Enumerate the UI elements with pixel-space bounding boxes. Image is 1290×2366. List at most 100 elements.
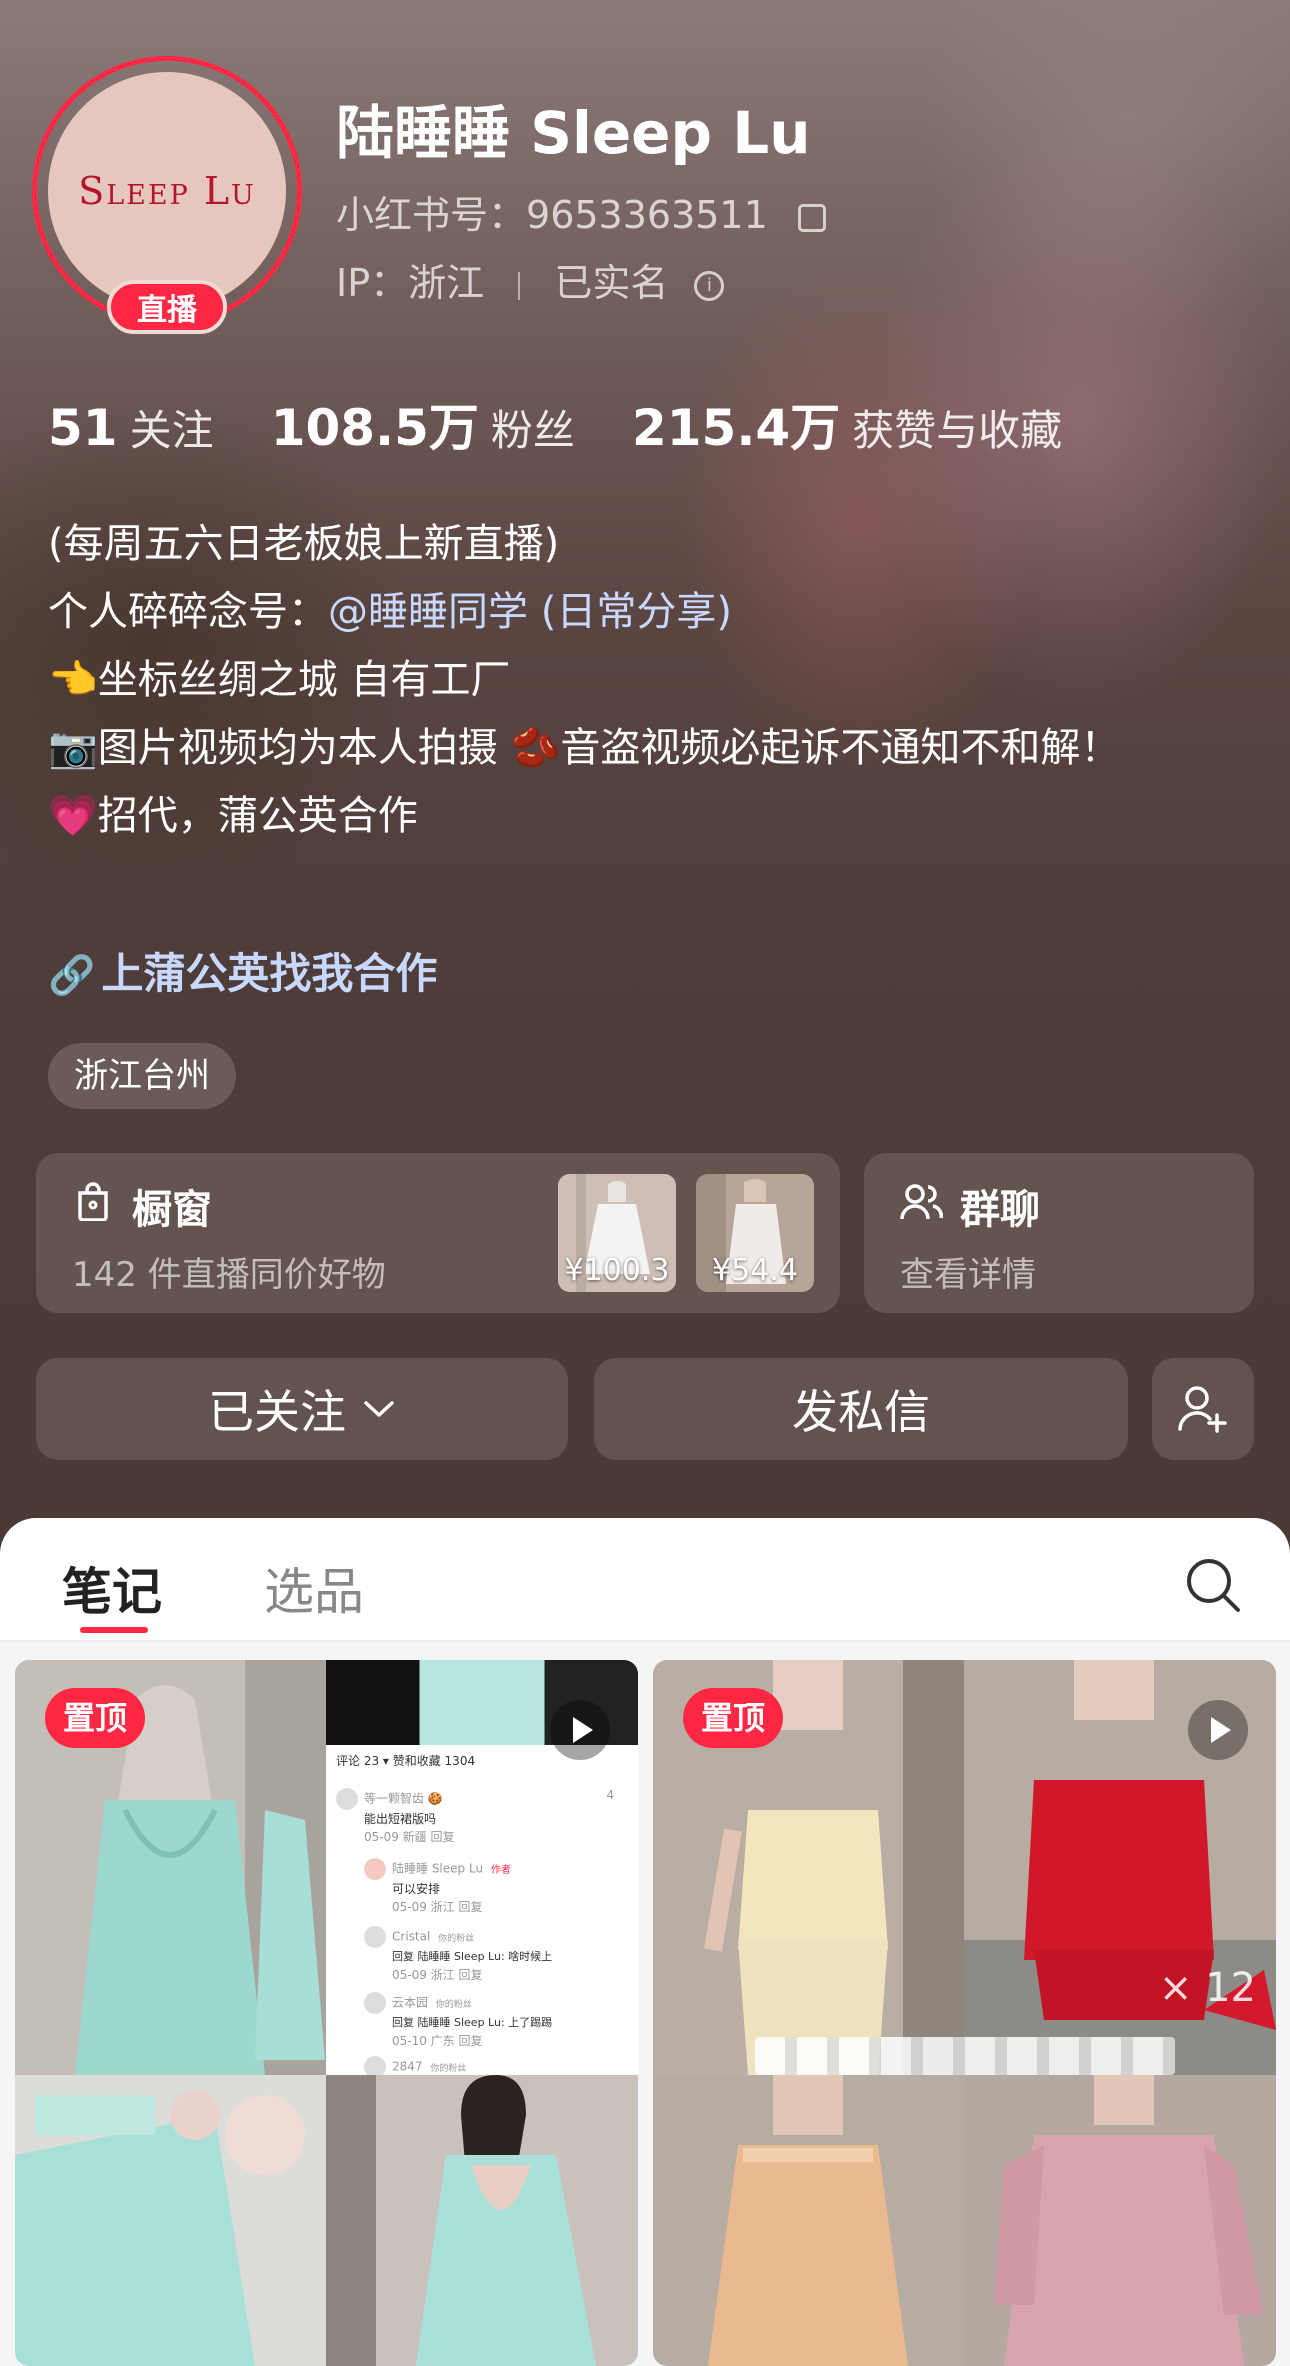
stat-value: 215.4万: [631, 399, 841, 457]
people-icon: [900, 1184, 943, 1220]
note-card[interactable]: 评论 23 ▾ 赞和收藏 1304 等一颗智齿 🍪 4 能出短裙版吗 05-09…: [15, 1660, 638, 2366]
red-id-row: 小红书号：9653363511: [336, 184, 826, 239]
comment-author: 2847: [392, 2059, 423, 2074]
bag-icon: [78, 1182, 108, 1221]
bio-mention-link[interactable]: @睡睡同学 (日常分享): [328, 589, 732, 635]
fabric-flower-photo: [15, 2075, 326, 2366]
link-icon: 🔗: [48, 953, 96, 997]
live-badge[interactable]: 直播: [107, 280, 227, 334]
tab-notes[interactable]: 笔记: [62, 1552, 162, 1624]
red-id-label: 小红书号：: [336, 193, 527, 237]
comment-row: 陆睡睡 Sleep Lu 作者: [364, 1858, 628, 1880]
fan-tag: 你的粉丝: [435, 1999, 472, 2010]
chevron-down-icon: [364, 1401, 394, 1417]
comment-text: 回复 陆睡睡 Sleep Lu: 上了踢踢: [392, 2016, 553, 2029]
comment-row: Cristal 你的粉丝: [364, 1926, 628, 1948]
blurred-caption: [754, 2037, 1175, 2075]
comment-author: 陆睡睡 Sleep Lu: [392, 1861, 484, 1876]
active-tab-indicator: [80, 1627, 148, 1633]
stat-likes-collects[interactable]: 215.4万 获赞与收藏: [632, 388, 1062, 460]
follow-button[interactable]: 已关注: [36, 1358, 568, 1460]
stat-label: 粉丝: [490, 406, 575, 455]
bio-line: 👈坐标丝绸之城 自有工厂: [48, 657, 511, 703]
verified-label: 已实名: [554, 261, 669, 305]
note-image: [653, 2075, 964, 2366]
comment-meta: 05-09 浙江 回复: [392, 1900, 483, 1914]
product-thumb[interactable]: ¥54.4: [696, 1174, 814, 1292]
add-user-icon: [1178, 1386, 1227, 1433]
stat-value: 51: [48, 399, 118, 457]
fan-tag: 你的粉丝: [430, 2063, 467, 2074]
ip-row: IP：浙江 已实名 i: [336, 252, 725, 307]
overlay-count: × 12: [1158, 1965, 1256, 2011]
message-button-label: 发私信: [792, 1385, 930, 1439]
group-chat-title: 群聊: [960, 1187, 1040, 1233]
bio-line: 📷图片视频均为本人拍摄 🫘音盗视频必起诉不通知不和解！: [48, 725, 1121, 771]
avatar: [364, 1926, 386, 1948]
cooperation-link-label: 上蒲公英找我合作: [101, 949, 438, 998]
profile-name: 陆睡睡 Sleep Lu: [336, 99, 811, 167]
comment-row: 云本园 你的粉丝: [364, 1992, 628, 2014]
location-tag[interactable]: 浙江台州: [48, 1043, 236, 1109]
ip-location: IP：浙江: [336, 261, 485, 305]
stat-followers[interactable]: 108.5万 粉丝: [271, 388, 575, 460]
comment-likes: 4: [606, 1788, 614, 1802]
info-icon[interactable]: i: [694, 270, 725, 301]
author-tag: 作者: [490, 1864, 511, 1876]
stat-label: 关注: [129, 406, 214, 455]
avatar: [364, 1858, 386, 1880]
stat-following[interactable]: 51 关注: [48, 397, 214, 458]
bio-line: (每周五六日老板娘上新直播): [48, 521, 560, 567]
stats-row: 51 关注 108.5万 粉丝 215.4万 获赞与收藏: [48, 388, 1114, 460]
follow-button-label: 已关注: [208, 1385, 346, 1439]
group-chat-subtitle: 查看详情: [900, 1255, 1036, 1295]
comment-text: 能出短裙版吗: [364, 1812, 437, 1826]
stat-value: 108.5万: [270, 399, 479, 457]
comment-meta: 05-09 新疆 回复: [364, 1830, 455, 1844]
play-icon: [1188, 1700, 1248, 1760]
add-friend-button[interactable]: [1152, 1358, 1254, 1460]
shop-window-card[interactable]: 橱窗 142 件直播同价好物 ¥100.3 ¥54.4: [36, 1153, 840, 1313]
avatar: [364, 1992, 386, 2014]
comment-text: 回复 陆睡睡 Sleep Lu: 啥时候上: [392, 1950, 553, 1963]
bio-line: 💗招代，蒲公英合作: [48, 793, 418, 839]
bio-line: 个人碎碎念号：@睡睡同学 (日常分享): [48, 578, 1120, 646]
tab-selections[interactable]: 选品: [264, 1552, 364, 1624]
comment-meta: 05-09 浙江 回复: [392, 1968, 483, 1982]
note-image: [15, 2075, 326, 2366]
peach-dress-photo: [653, 2075, 964, 2366]
comment-author: Cristal: [392, 1929, 431, 1944]
search-icon[interactable]: [1184, 1556, 1242, 1614]
comment-meta: 05-10 广东 回复: [392, 2034, 483, 2048]
dress-model-photo: [326, 2075, 638, 2366]
note-image: [326, 2075, 638, 2366]
copy-icon[interactable]: [797, 203, 826, 232]
avatar[interactable]: Sleep Lu: [48, 72, 286, 310]
stat-label: 获赞与收藏: [852, 406, 1063, 455]
product-price: ¥54.4: [712, 1253, 798, 1288]
blurred-caption-strip: [653, 2032, 1276, 2080]
avatar: [336, 1788, 358, 1810]
pinned-badge: 置顶: [683, 1688, 784, 1748]
group-chat-card[interactable]: 群聊 查看详情: [864, 1153, 1254, 1313]
note-image: [964, 2075, 1276, 2366]
pinned-badge: 置顶: [45, 1688, 146, 1748]
bio-text: 个人碎碎念号：: [48, 589, 328, 635]
bio: (每周五六日老板娘上新直播) 个人碎碎念号：@睡睡同学 (日常分享) 👈坐标丝绸…: [48, 510, 1120, 850]
shop-window-subtitle: 142 件直播同价好物: [72, 1255, 386, 1295]
play-icon: [550, 1700, 610, 1760]
product-price: ¥100.3: [564, 1253, 670, 1288]
red-id-value: 9653363511: [526, 193, 768, 237]
cooperation-link[interactable]: 🔗 上蒲公英找我合作: [48, 940, 437, 1001]
fan-tag: 你的粉丝: [438, 1933, 475, 1944]
note-card[interactable]: × 12 置顶: [653, 1660, 1276, 2366]
message-button[interactable]: 发私信: [594, 1358, 1128, 1460]
divider: [518, 271, 521, 300]
comment-row: 等一颗智齿 🍪 4: [336, 1788, 628, 1810]
comment-author: 云本园: [392, 1995, 429, 2010]
shop-window-title: 橱窗: [132, 1187, 212, 1233]
avatar-logo-text: Sleep Lu: [78, 169, 256, 213]
comment-author: 等一颗智齿 🍪: [364, 1791, 443, 1806]
comment-text: 可以安排: [392, 1882, 441, 1896]
product-thumb[interactable]: ¥100.3: [558, 1174, 676, 1292]
